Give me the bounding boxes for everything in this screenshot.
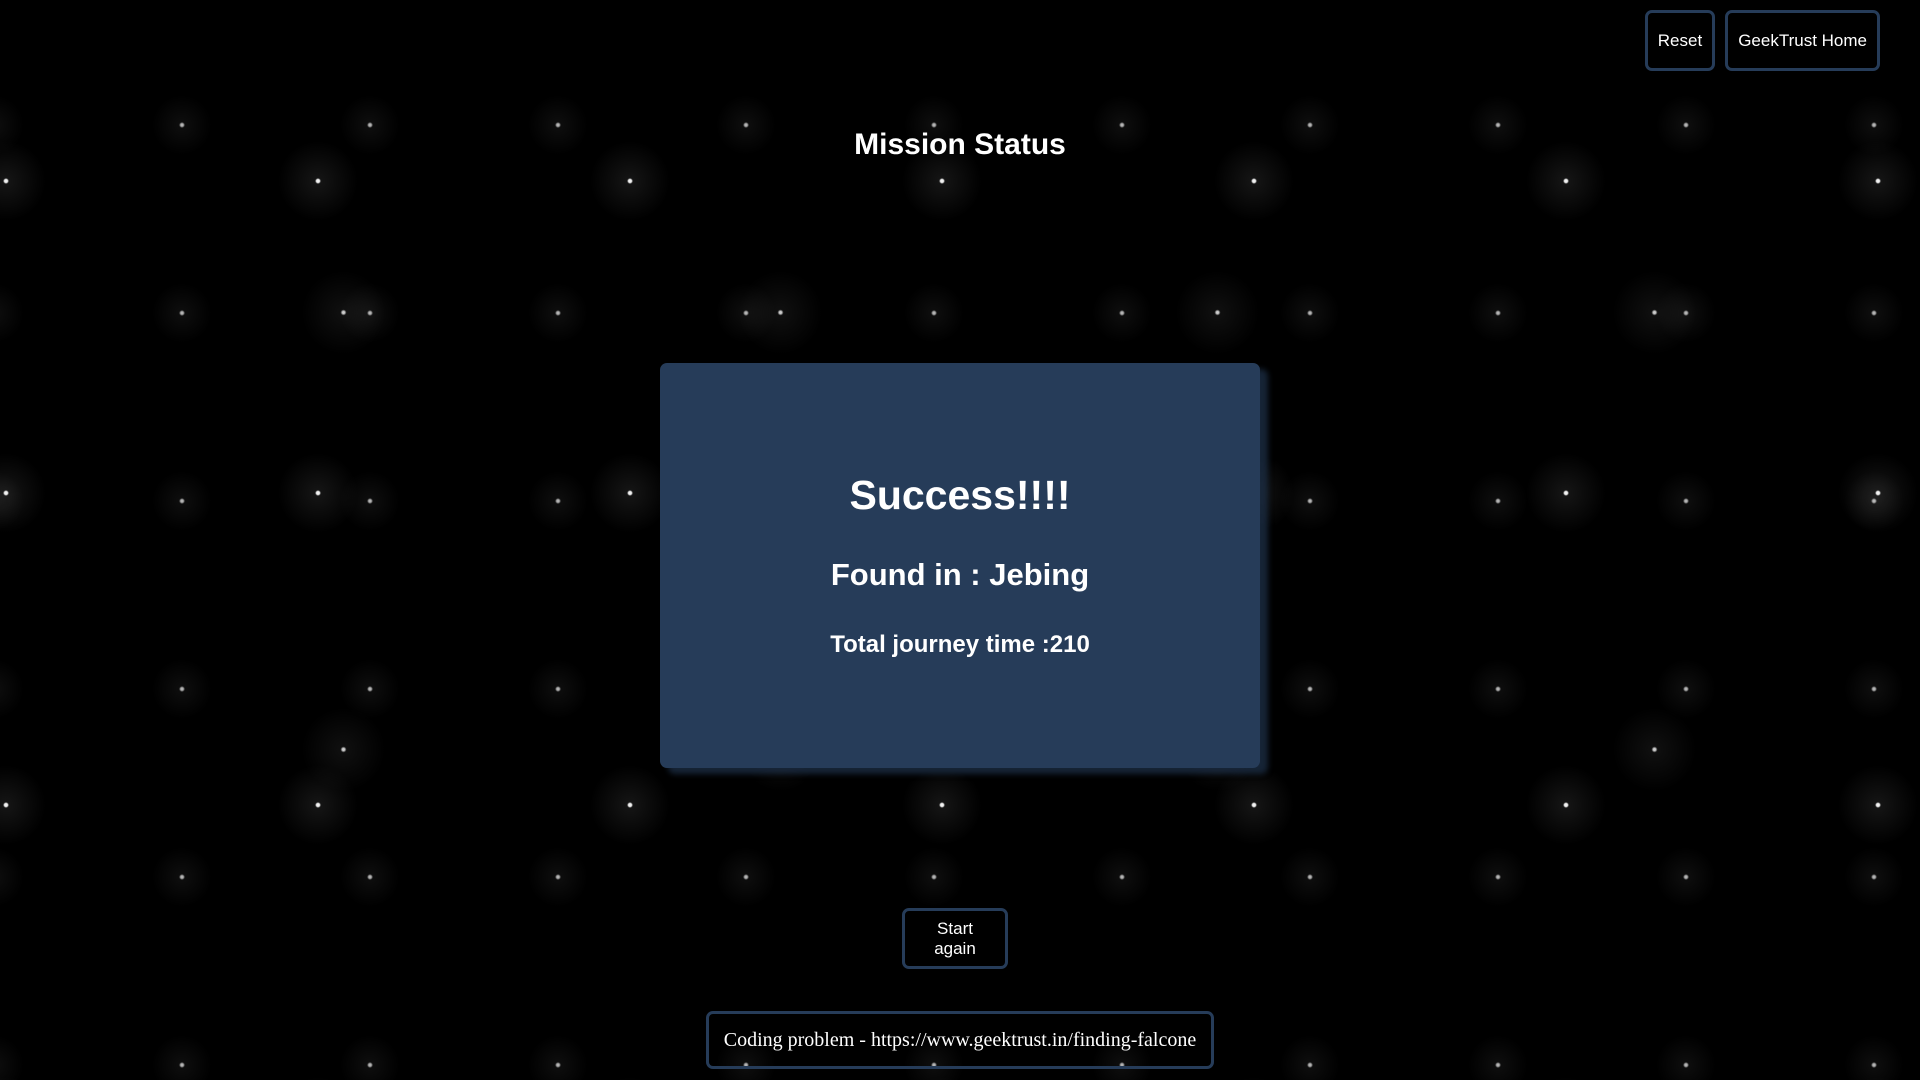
reset-button[interactable]: Reset <box>1644 10 1716 71</box>
footer-link[interactable]: Coding problem - https://www.geektrust.i… <box>706 1011 1214 1069</box>
geektrust-home-button[interactable]: GeekTrust Home <box>1725 10 1880 71</box>
result-heading: Success!!!! <box>849 472 1071 518</box>
journey-time-text: Total journey time :210 <box>830 631 1090 658</box>
top-actions: Reset GeekTrust Home <box>1644 10 1880 71</box>
start-again-button[interactable]: Start again <box>902 908 1008 969</box>
page-title: Mission Status <box>854 128 1066 161</box>
result-card: Success!!!! Found in : Jebing Total jour… <box>660 363 1260 768</box>
found-planet-text: Found in : Jebing <box>830 557 1090 592</box>
